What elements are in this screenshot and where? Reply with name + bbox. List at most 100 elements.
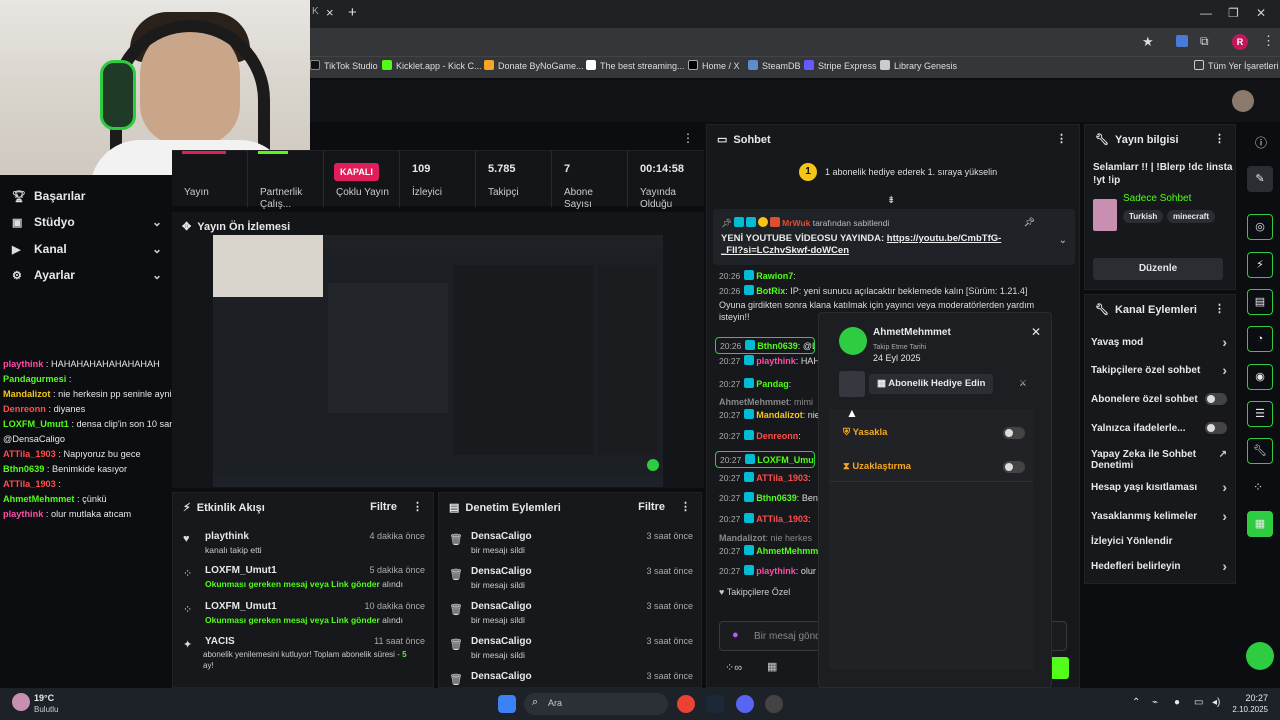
category-link[interactable]: Sadece Sohbet xyxy=(1123,193,1191,204)
chat-message[interactable]: Mandalizot: nie herkes xyxy=(719,533,812,543)
message-username[interactable]: Denreonn xyxy=(756,431,798,441)
display-icon[interactable]: ▭ xyxy=(1194,697,1203,708)
menu-kebab-icon[interactable]: ⋮ xyxy=(1262,33,1275,49)
chevron-down-icon[interactable]: ⌄ xyxy=(1059,235,1067,246)
modlog-menu-icon[interactable]: ⋮ xyxy=(680,500,691,513)
message-username[interactable]: AhmetMehmmet xyxy=(719,397,789,407)
chat-message[interactable]: 20:27AhmetMehmmet: xyxy=(719,545,829,556)
translate-icon[interactable] xyxy=(1176,35,1188,47)
sidebar-item-ayarlar[interactable]: ⚙ Ayarlar ⌄ xyxy=(12,268,162,282)
message-username[interactable]: Mandalizot xyxy=(719,533,766,543)
filter-button[interactable]: Filtre xyxy=(370,501,397,513)
chat-message[interactable]: 20:27 playthink: HAHAH xyxy=(719,355,832,366)
channel-action-row[interactable]: Yalnızca ifadelerle... xyxy=(1091,422,1231,434)
sword-icon[interactable]: ⚔ xyxy=(1019,378,1027,389)
store-icon[interactable]: ▦ xyxy=(767,660,777,673)
minecraft-icon[interactable]: ▦ xyxy=(1247,511,1273,537)
bookmark-item[interactable]: Home / X xyxy=(688,60,740,71)
address-bar[interactable]: ★ ⧉ R ⋮ xyxy=(310,28,1280,56)
clip-icon[interactable]: ◎ xyxy=(1247,214,1273,240)
chat-message[interactable]: 20:26Bthn0639: @L xyxy=(715,337,815,354)
points-icon[interactable]: ⁘∞ xyxy=(725,661,742,674)
chat-message[interactable]: 20:26 BotRix: IP: yeni sunucu açılacaktır… xyxy=(719,285,1027,296)
unpin-icon[interactable]: 📌︎ xyxy=(1024,217,1035,228)
stats-menu-icon[interactable]: ⋮ xyxy=(682,131,694,145)
close-tab-icon[interactable]: × xyxy=(326,5,334,20)
tag-minecraft[interactable]: minecraft xyxy=(1167,210,1216,223)
bookmark-item[interactable]: Stripe Express xyxy=(804,60,877,71)
message-username[interactable]: Bthn0639 xyxy=(756,493,797,503)
chat-bubble-icon[interactable]: ◔ xyxy=(1247,326,1273,352)
filter-button[interactable]: Filtre xyxy=(638,501,665,513)
edit-button[interactable]: Düzenle xyxy=(1093,258,1223,280)
message-username[interactable]: Rawion7 xyxy=(756,271,793,281)
bookmark-item[interactable]: Kicklet.app - Kick C... xyxy=(382,60,482,71)
bookmark-item[interactable]: TikTok Studio xyxy=(310,60,378,71)
bookmark-star-icon[interactable]: ★ xyxy=(1142,34,1154,50)
new-tab-button[interactable]: + xyxy=(348,4,357,21)
stream-info-menu-icon[interactable]: ⋮ xyxy=(1214,132,1225,145)
message-username[interactable]: ATTila_1903 xyxy=(756,473,808,483)
tray-chevron-icon[interactable]: ⌃ xyxy=(1132,697,1140,708)
pinned-message[interactable]: 📌︎ MrWuk tarafından sabitlendi YENİ YOUT… xyxy=(713,209,1075,265)
close-window-button[interactable]: ✕ xyxy=(1256,6,1266,20)
message-username[interactable]: playthink xyxy=(756,356,796,366)
channel-action-row[interactable]: Yasaklanmış kelimeler › xyxy=(1091,508,1231,524)
chat-message[interactable]: 20:27LOXFM_Umut1: de xyxy=(715,451,815,468)
channel-action-row[interactable]: Yavaş mod › xyxy=(1091,334,1231,350)
bookmark-item[interactable]: Library Genesis xyxy=(880,60,957,71)
obs-icon[interactable] xyxy=(765,695,783,713)
ban-toggle[interactable] xyxy=(1003,427,1025,439)
discord-icon[interactable] xyxy=(736,695,754,713)
chat-message[interactable]: 20:26 Rawion7: xyxy=(719,270,796,281)
steam-icon[interactable] xyxy=(706,695,724,713)
volume-icon[interactable]: ◂) xyxy=(1212,697,1220,708)
chat-message[interactable]: 20:27 playthink: olur mu xyxy=(719,565,831,576)
chat-menu-icon[interactable]: ⋮ xyxy=(1056,132,1067,145)
channel-action-row[interactable]: Abonelere özel sohbet xyxy=(1091,393,1231,405)
sidebar-item-studyo[interactable]: ▣ Stüdyo ⌄ xyxy=(12,215,162,229)
channel-action-row[interactable]: Hedefleri belirleyin › xyxy=(1091,558,1231,574)
chat-message[interactable]: 20:27 Denreonn: xyxy=(719,430,801,441)
message-username[interactable]: ATTila_1903 xyxy=(756,514,808,524)
points-icon[interactable]: ⁘ xyxy=(1253,480,1263,494)
stat-coklu-yayin[interactable]: KAPALI Çoklu Yayın xyxy=(324,151,400,207)
lightning-icon[interactable]: ⚡︎ xyxy=(1247,252,1273,278)
all-bookmarks[interactable]: Tüm Yer İşaretleri xyxy=(1194,60,1279,71)
network-icon[interactable]: ⌁ xyxy=(1152,697,1158,708)
toggle-switch[interactable] xyxy=(1205,422,1227,434)
taskbar-search[interactable]: ⌕ Ara xyxy=(524,693,668,715)
scroll-down-icon[interactable]: ⇟ xyxy=(887,195,895,206)
channel-actions-menu-icon[interactable]: ⋮ xyxy=(1214,302,1225,315)
message-username[interactable]: BotRix xyxy=(756,286,785,296)
gift-banner[interactable]: 1 abonelik hediye ederek 1. sıraya yükse… xyxy=(825,167,997,177)
moderator-name[interactable]: DensaCaligo xyxy=(471,601,532,612)
chrome-icon[interactable] xyxy=(677,695,695,713)
minimize-button[interactable]: — xyxy=(1200,6,1212,20)
moderator-name[interactable]: DensaCaligo xyxy=(471,566,532,577)
bookmark-item[interactable]: Donate ByNoGame... xyxy=(484,60,584,71)
timeout-toggle[interactable] xyxy=(1003,461,1025,473)
help-button[interactable] xyxy=(1246,642,1274,670)
bookmark-item[interactable]: SteamDB xyxy=(748,60,801,71)
channel-action-row[interactable]: Hesap yaşı kısıtlaması › xyxy=(1091,479,1231,495)
mic-icon[interactable]: ● xyxy=(1174,697,1180,708)
maximize-button[interactable]: ❐ xyxy=(1228,6,1239,20)
broadcast-icon[interactable]: ◉ xyxy=(1247,364,1273,390)
chat-message[interactable]: 20:27 Mandalizot: nie xyxy=(719,409,820,420)
list-icon[interactable]: ☰ xyxy=(1247,401,1273,427)
message-username[interactable]: playthink xyxy=(756,566,796,576)
chat-message[interactable]: 20:27 Bthn0639: Ben xyxy=(719,492,818,503)
moderator-name[interactable]: DensaCaligo xyxy=(471,531,532,542)
chat-message[interactable]: 20:27 Pandag: xyxy=(719,378,791,389)
message-username[interactable]: Bthn0639 xyxy=(757,341,798,351)
tab-fragment[interactable]: K xyxy=(312,6,319,17)
moderator-name[interactable]: DensaCaligo xyxy=(471,636,532,647)
channel-action-row[interactable]: İzleyici Yönlendir xyxy=(1091,536,1231,547)
popup-username[interactable]: AhmetMehmmet xyxy=(873,327,951,338)
edit-icon[interactable]: ✎ xyxy=(1247,166,1273,192)
chat-message[interactable]: AhmetMehmmet: mimi xyxy=(719,397,813,407)
channel-action-row[interactable]: Takipçilere özel sohbet › xyxy=(1091,362,1231,378)
clock-time[interactable]: 20:27 xyxy=(1234,693,1268,703)
chat-message[interactable]: 20:27 ATTila_1903: xyxy=(719,472,811,483)
